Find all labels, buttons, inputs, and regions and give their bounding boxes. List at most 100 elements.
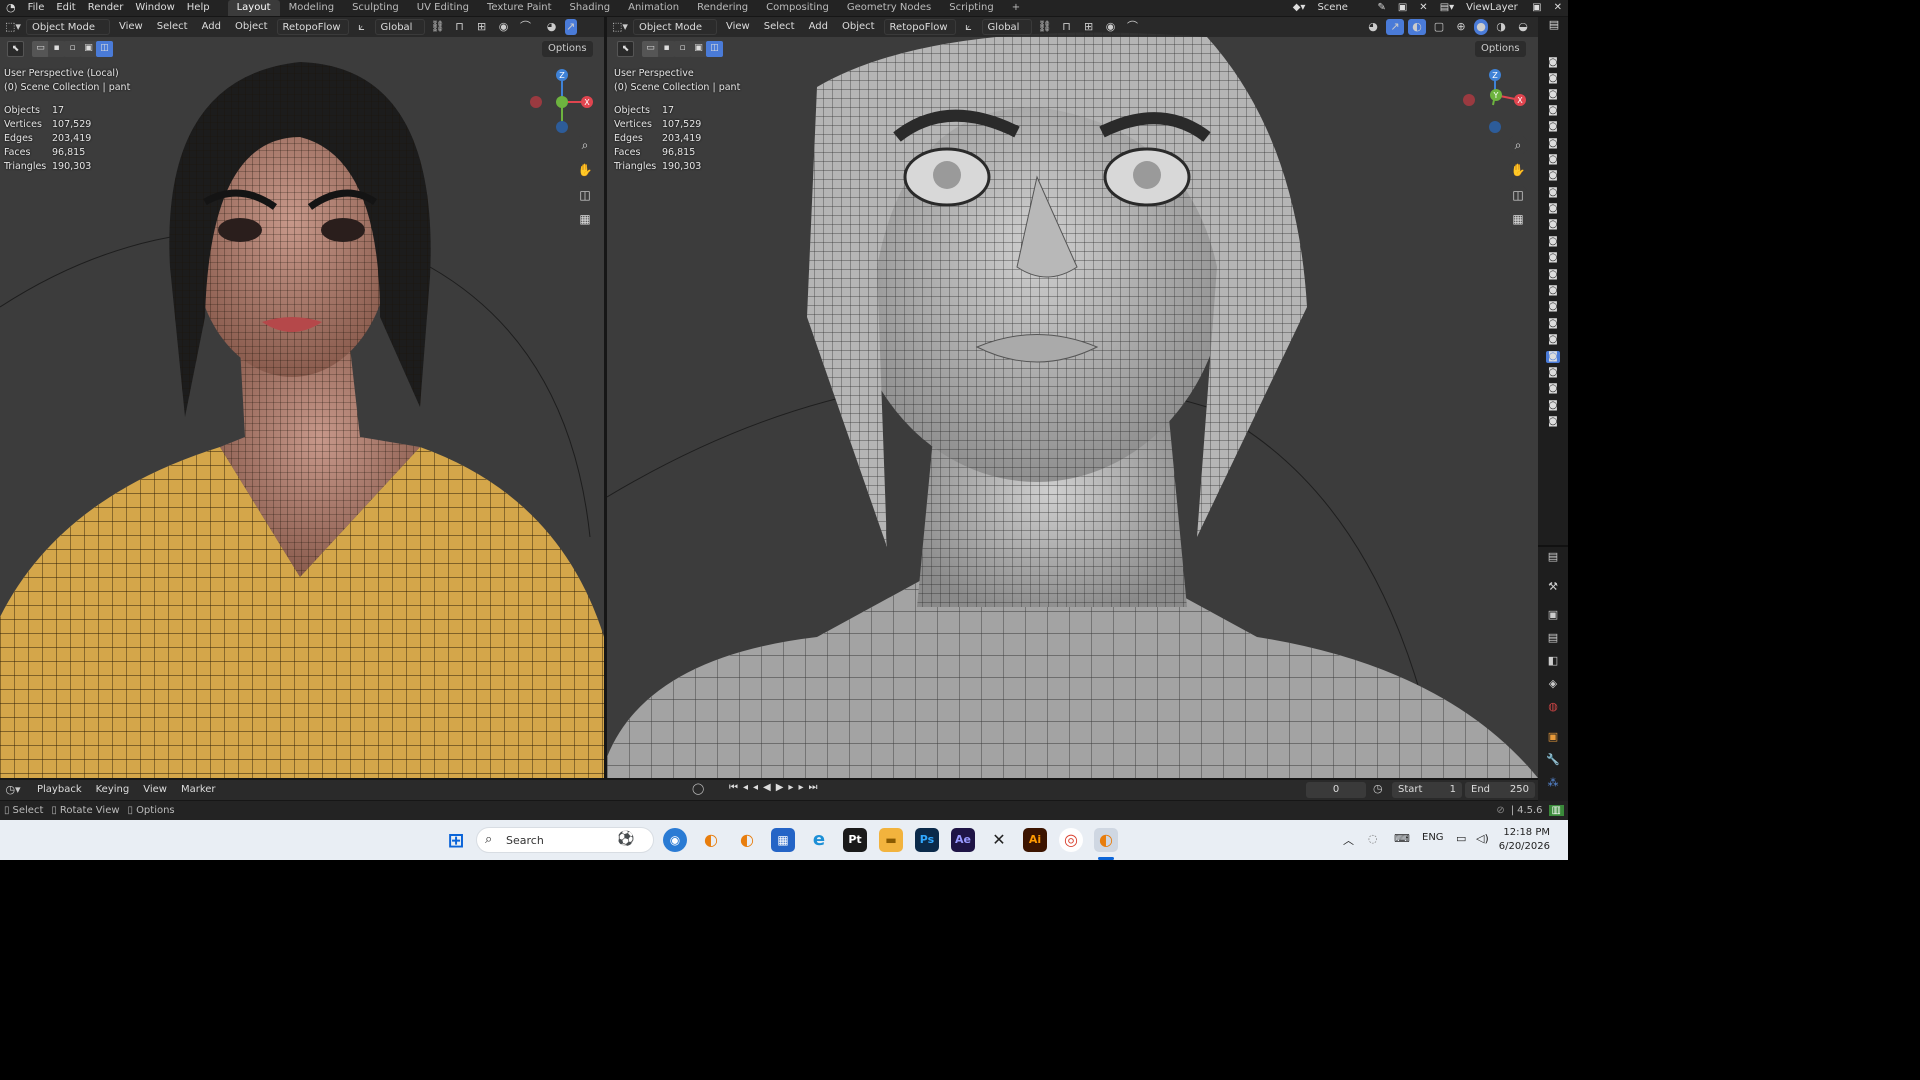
editor-type-icon[interactable]: ⬚▾ (611, 19, 629, 35)
falloff-icon[interactable]: ⌒ (1124, 19, 1142, 35)
tab-sculpting[interactable]: Sculpting (343, 0, 408, 16)
volume-icon[interactable]: ◁) (1476, 832, 1489, 845)
select-intersect-icon[interactable]: ◫ (706, 41, 723, 57)
menu-window[interactable]: Window (129, 0, 180, 16)
scene-icon[interactable]: ◆▾ (1287, 0, 1312, 16)
menu-playback[interactable]: Playback (32, 782, 87, 798)
menu-keying[interactable]: Keying (91, 782, 135, 798)
clock-date[interactable]: 6/20/2026 (1496, 841, 1550, 852)
select-extend-icon[interactable]: ▪ (48, 41, 65, 57)
render-camera-icon[interactable]: ◙ (1546, 138, 1560, 150)
properties-editor-icon[interactable]: ▤ (1545, 549, 1561, 565)
viewport-left[interactable]: ⬚▾ Object Mode View Select Add Object Re… (0, 17, 604, 778)
pivot-icon[interactable]: ⛓ (429, 19, 447, 35)
snap-target-icon[interactable]: ⊞ (473, 19, 491, 35)
editor-type-icon[interactable]: ⬚▾ (4, 19, 22, 35)
render-camera-icon[interactable]: ◙ (1546, 416, 1560, 428)
particles-tab-icon[interactable]: ⁂ (1545, 775, 1561, 791)
render-camera-icon[interactable]: ◙ (1546, 269, 1560, 281)
render-camera-icon[interactable]: ◙ (1546, 383, 1560, 395)
auto-keying-icon[interactable]: ◯ (692, 782, 704, 795)
menu-object[interactable]: Object (230, 19, 273, 35)
navigation-gizmo[interactable]: Z X Y (1460, 65, 1530, 135)
gizmo-toggle-icon[interactable]: ↗ (1386, 19, 1404, 35)
select-intersect-icon[interactable]: ◫ (96, 41, 113, 57)
navigation-gizmo[interactable]: Z X (527, 65, 597, 135)
clock-time[interactable]: 12:18 PM (1496, 827, 1550, 838)
blender-active-taskbar-icon[interactable]: ◐ (1094, 828, 1118, 852)
tab-shading[interactable]: Shading (560, 0, 619, 16)
render-tab-icon[interactable]: ▣ (1545, 607, 1561, 623)
options-button[interactable]: Options (542, 41, 593, 57)
pivot-icon[interactable]: ⛓ (1036, 19, 1054, 35)
render-camera-icon-selected[interactable]: ◙ (1546, 351, 1560, 363)
after-effects-icon[interactable]: Ae (951, 828, 975, 852)
tab-compositing[interactable]: Compositing (757, 0, 838, 16)
render-camera-icon[interactable]: ◙ (1546, 170, 1560, 182)
overlay-toggle-icon[interactable]: ◐ (1408, 19, 1426, 35)
language-indicator[interactable]: ENG (1422, 832, 1444, 843)
viewport-right[interactable]: ⬚▾ Object Mode View Select Add Object Re… (607, 17, 1538, 778)
select-tool-icon[interactable]: ⬉ (7, 41, 24, 57)
camera-view-icon[interactable]: ◫ (1508, 185, 1528, 205)
viewlayer-icon[interactable]: ▤▾ (1434, 0, 1460, 16)
pan-hand-icon[interactable]: ✋ (575, 160, 595, 180)
render-camera-icon[interactable]: ◙ (1546, 252, 1560, 264)
pycharm-icon[interactable]: Pt (843, 828, 867, 852)
ortho-grid-icon[interactable]: ▦ (1508, 209, 1528, 229)
edge-browser-icon[interactable]: e (807, 828, 831, 852)
add-workspace-icon[interactable]: + (1003, 0, 1029, 16)
tab-texture-paint[interactable]: Texture Paint (478, 0, 561, 16)
shading-wireframe-icon[interactable]: ⊕ (1452, 19, 1470, 35)
illustrator-icon[interactable]: Ai (1023, 828, 1047, 852)
snap-icon[interactable]: ⊓ (451, 19, 469, 35)
shading-solid-icon[interactable]: ● (1474, 19, 1488, 35)
retopoflow-dropdown[interactable]: RetopoFlow (883, 19, 956, 35)
visibility-icon[interactable]: ◕ (543, 19, 561, 35)
keyboard-icon[interactable]: ⌨ (1394, 832, 1410, 845)
render-camera-icon[interactable]: ◙ (1546, 203, 1560, 215)
render-camera-icon[interactable]: ◙ (1546, 236, 1560, 248)
tool-tab-icon[interactable]: ⚒ (1545, 579, 1561, 595)
tab-rendering[interactable]: Rendering (688, 0, 757, 16)
menu-marker[interactable]: Marker (176, 782, 221, 798)
select-new-icon[interactable]: ▭ (642, 41, 659, 57)
viewlayer-name[interactable]: ViewLayer (1460, 0, 1526, 16)
file-explorer-icon[interactable]: ▬ (879, 828, 903, 852)
menu-object[interactable]: Object (837, 19, 880, 35)
camera-view-icon[interactable]: ◫ (575, 185, 595, 205)
menu-render[interactable]: Render (82, 0, 130, 16)
world-tab-icon[interactable]: ◍ (1545, 699, 1561, 715)
blender-taskbar-icon[interactable]: ◐ (735, 828, 759, 852)
tray-chevron-icon[interactable]: ︿ (1343, 832, 1354, 848)
render-camera-icon[interactable]: ◙ (1546, 121, 1560, 133)
current-frame-field[interactable]: 0 (1306, 782, 1366, 798)
end-frame-field[interactable]: End 250 (1465, 782, 1535, 798)
mode-dropdown[interactable]: Object Mode (26, 19, 110, 35)
mode-dropdown[interactable]: Object Mode (633, 19, 717, 35)
retopoflow-dropdown[interactable]: RetopoFlow (276, 19, 349, 35)
render-camera-icon[interactable]: ◙ (1546, 154, 1560, 166)
outliner-editor-icon[interactable]: ▤ (1547, 19, 1561, 31)
modifier-tab-icon[interactable]: 🔧 (1545, 752, 1561, 768)
zoom-icon[interactable]: ⌕ (1508, 135, 1528, 155)
snap-target-icon[interactable]: ⊞ (1080, 19, 1098, 35)
menu-select[interactable]: Select (759, 19, 800, 35)
falloff-icon[interactable]: ⌒ (517, 19, 535, 35)
memory-icon[interactable]: ▥ (1548, 805, 1564, 816)
pin-icon[interactable]: ✎ (1371, 0, 1391, 16)
menu-select[interactable]: Select (152, 19, 193, 35)
proportional-edit-icon[interactable]: ◉ (495, 19, 513, 35)
menu-view[interactable]: View (721, 19, 755, 35)
delete-scene-icon[interactable]: ✕ (1413, 0, 1433, 16)
select-difference-icon[interactable]: ▣ (690, 41, 707, 57)
transform-orientation-icon[interactable]: ⟀ (960, 19, 978, 35)
render-camera-icon[interactable]: ◙ (1546, 400, 1560, 412)
blender-taskbar-icon[interactable]: ◐ (699, 828, 723, 852)
select-subtract-icon[interactable]: ▫ (64, 41, 81, 57)
render-camera-icon[interactable]: ◙ (1546, 89, 1560, 101)
start-frame-field[interactable]: Start 1 (1392, 782, 1462, 798)
timeline-editor-icon[interactable]: ◷▾ (4, 782, 22, 798)
new-viewlayer-icon[interactable]: ▣ (1526, 0, 1547, 16)
tab-scripting[interactable]: Scripting (940, 0, 1002, 16)
